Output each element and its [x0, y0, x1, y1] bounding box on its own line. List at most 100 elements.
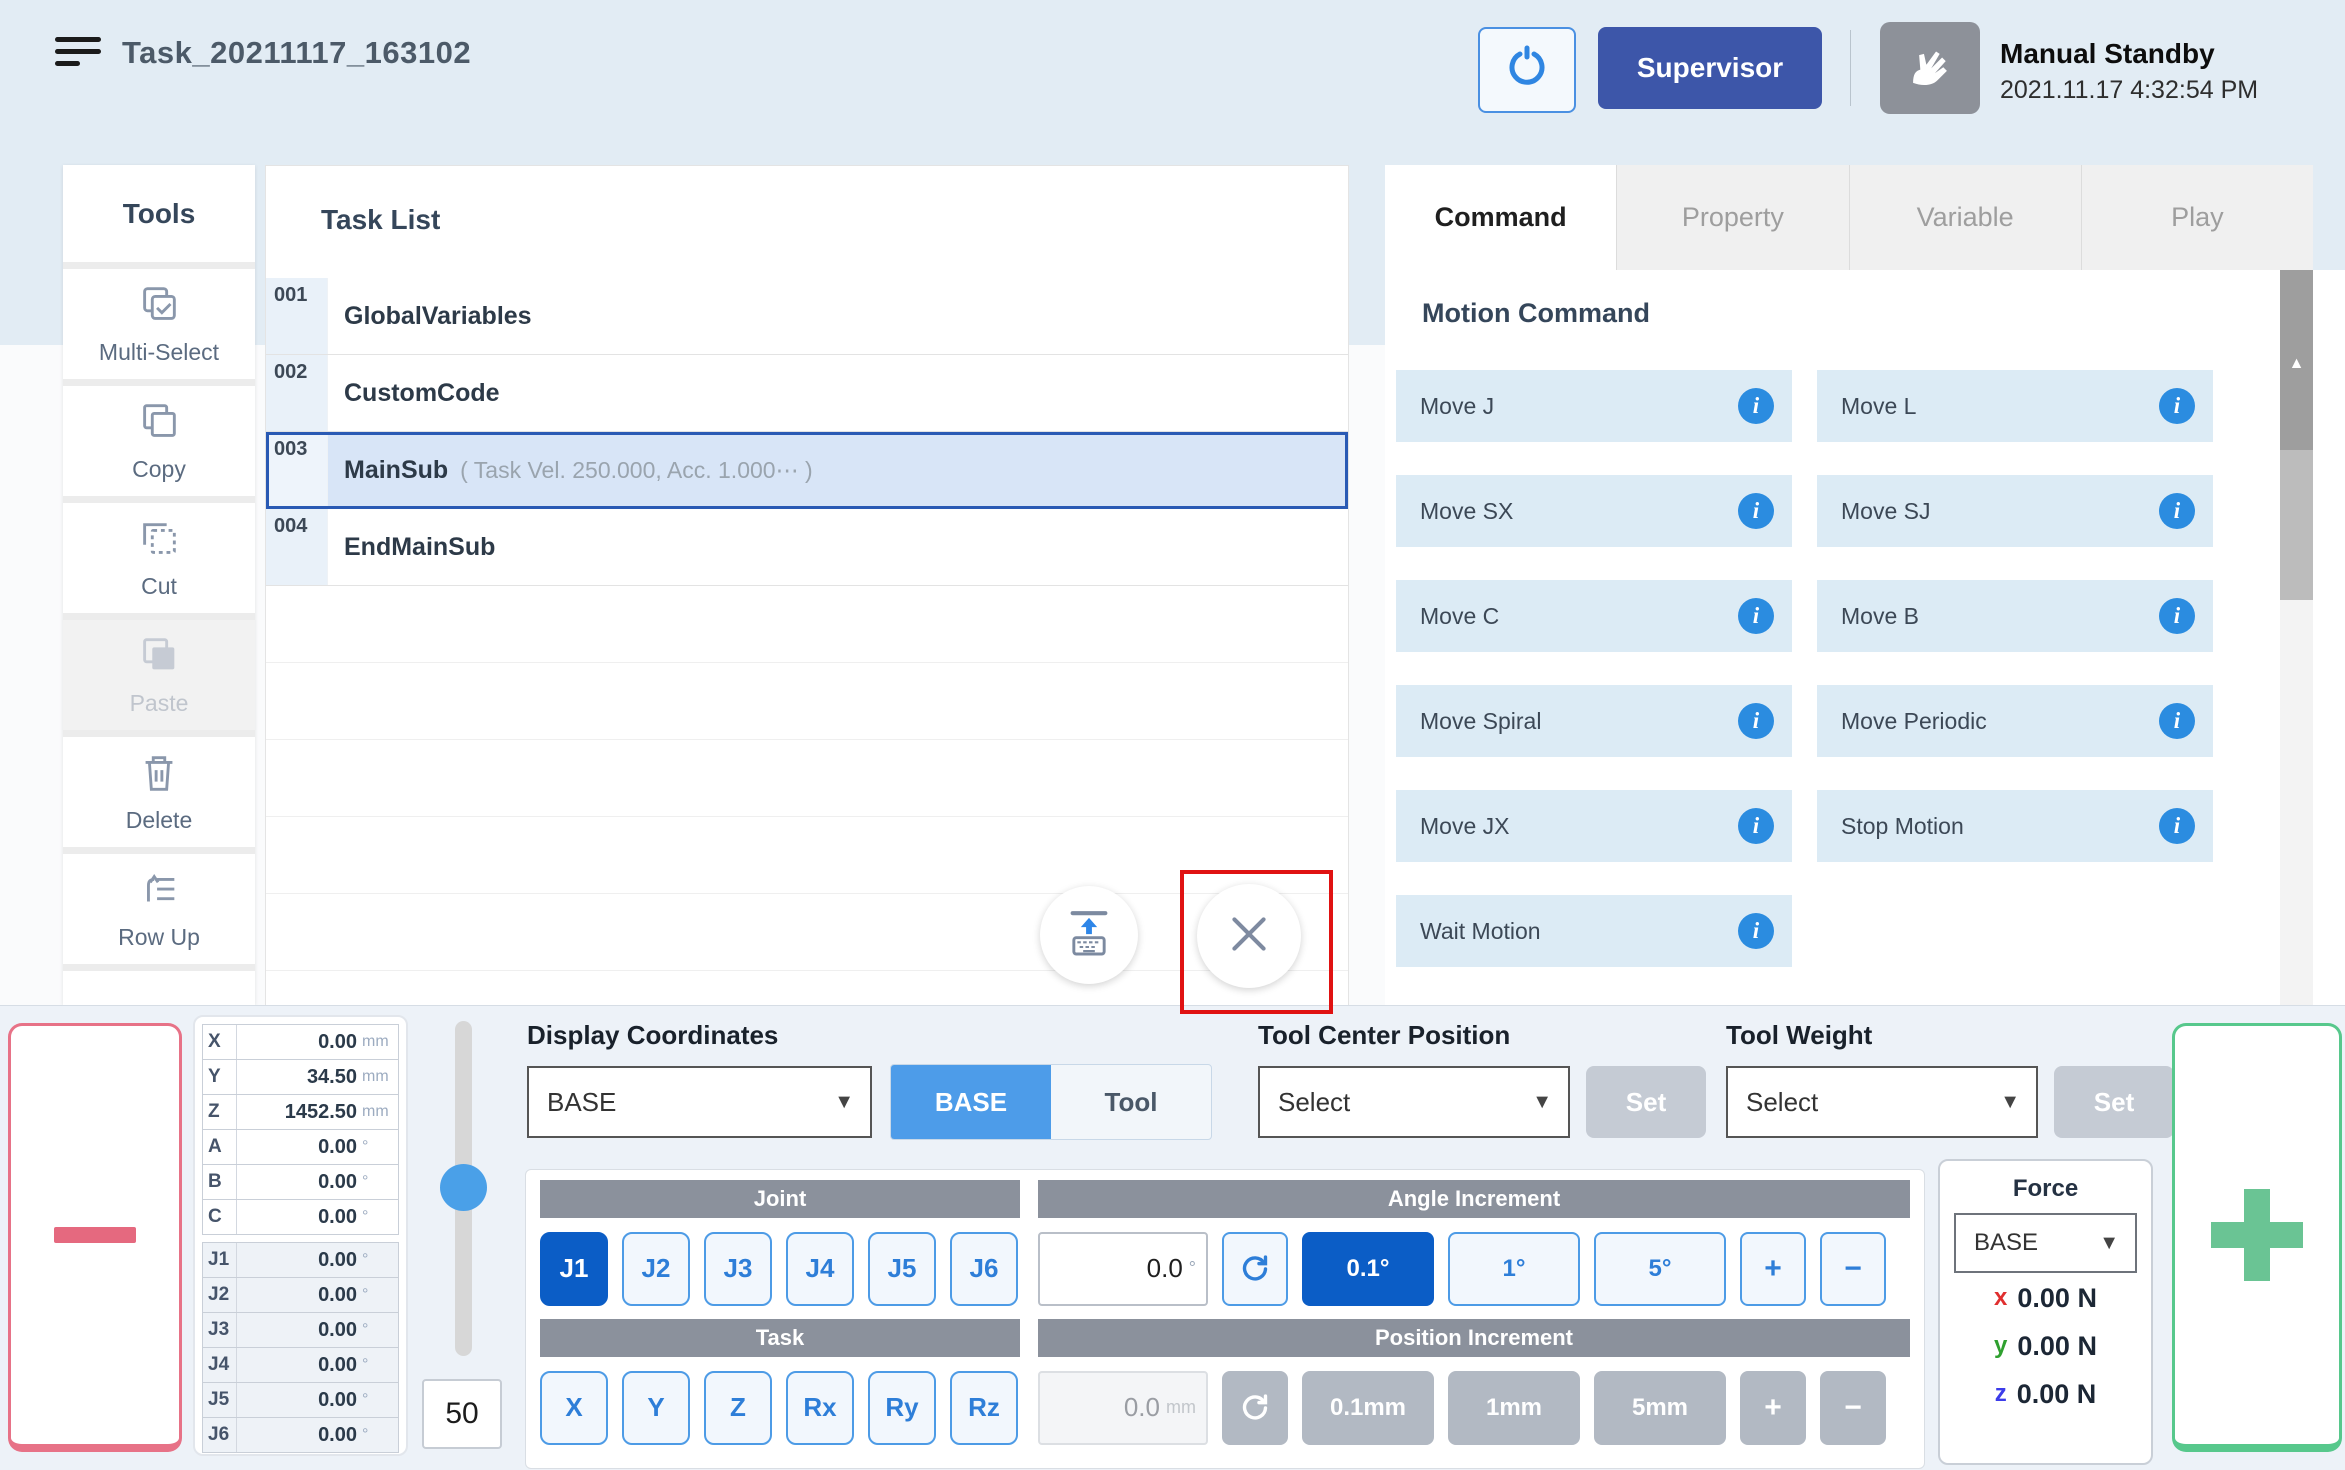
- info-icon[interactable]: i: [2159, 598, 2195, 634]
- motion-button-wait-motion[interactable]: Wait Motion i: [1396, 895, 1792, 967]
- joint-button-j2[interactable]: J2: [622, 1232, 690, 1306]
- motion-button-move-sx[interactable]: Move SX i: [1396, 475, 1792, 547]
- coordinate-row: J4 0.00 °: [203, 1348, 398, 1383]
- keyboard-popup-button[interactable]: [1040, 886, 1138, 984]
- toggle-base[interactable]: BASE: [891, 1065, 1051, 1139]
- task-row-empty: [266, 663, 1348, 740]
- motion-button-move-jx[interactable]: Move JX i: [1396, 790, 1792, 862]
- task-button-z[interactable]: Z: [704, 1371, 772, 1445]
- info-icon[interactable]: i: [1738, 808, 1774, 844]
- motion-button-move-j[interactable]: Move J i: [1396, 370, 1792, 442]
- speed-value-box[interactable]: 50: [422, 1379, 502, 1449]
- force-x-axis: x: [1994, 1284, 2007, 1312]
- scrollbar[interactable]: ▲: [2280, 270, 2313, 1005]
- header: Task_20211117_163102 Supervisor Manual S…: [0, 0, 2345, 110]
- tab-property[interactable]: Property: [1617, 165, 1849, 270]
- motion-button-move-spiral[interactable]: Move Spiral i: [1396, 685, 1792, 757]
- gripper-button[interactable]: [1478, 27, 1576, 113]
- coordinate-label: J6: [203, 1418, 237, 1452]
- joint-button-j3[interactable]: J3: [704, 1232, 772, 1306]
- info-icon[interactable]: i: [1738, 388, 1774, 424]
- header-divider: [1850, 30, 1851, 106]
- info-icon[interactable]: i: [1738, 913, 1774, 949]
- angle-increment-plus-button[interactable]: +: [1740, 1232, 1806, 1306]
- tool-weight-dropdown[interactable]: Select ▼: [1726, 1066, 2038, 1138]
- task-row[interactable]: 002 CustomCode: [266, 355, 1348, 432]
- info-icon[interactable]: i: [1738, 493, 1774, 529]
- joint-section-header: Joint: [540, 1180, 1020, 1218]
- tools-item-copy[interactable]: Copy: [63, 386, 255, 503]
- toggle-tool[interactable]: Tool: [1051, 1065, 1211, 1139]
- tools-item-paste: Paste: [63, 620, 255, 737]
- info-icon[interactable]: i: [2159, 388, 2195, 424]
- tool-weight-set-button[interactable]: Set: [2054, 1066, 2174, 1138]
- angle-increment-5[interactable]: 5°: [1594, 1232, 1726, 1306]
- coordinate-label: J2: [203, 1278, 237, 1312]
- tab-variable[interactable]: Variable: [1850, 165, 2082, 270]
- motion-button-move-sj[interactable]: Move SJ i: [1817, 475, 2213, 547]
- tab-play[interactable]: Play: [2082, 165, 2313, 270]
- status-datetime: 2021.11.17 4:32:54 PM: [2000, 76, 2258, 105]
- info-icon[interactable]: i: [2159, 808, 2195, 844]
- force-x-row: x 0.00 N: [1954, 1275, 2137, 1321]
- info-icon[interactable]: i: [2159, 703, 2195, 739]
- jog-plus-button[interactable]: [2172, 1023, 2342, 1452]
- info-icon[interactable]: i: [1738, 598, 1774, 634]
- tools-item-row-up[interactable]: Row Up: [63, 854, 255, 971]
- info-icon[interactable]: i: [1738, 703, 1774, 739]
- joint-button-j6[interactable]: J6: [950, 1232, 1018, 1306]
- command-panel-tabs: Command Property Variable Play: [1385, 165, 2313, 270]
- scrollbar-thumb[interactable]: [2280, 450, 2313, 600]
- angle-increment-input[interactable]: 0.0 °: [1038, 1232, 1208, 1306]
- joint-button-j4[interactable]: J4: [786, 1232, 854, 1306]
- coordinate-row: J5 0.00 °: [203, 1383, 398, 1418]
- keyboard-up-icon: [1061, 905, 1117, 966]
- position-increment-input: 0.0 mm: [1038, 1371, 1208, 1445]
- tools-item-multi-select[interactable]: Multi-Select: [63, 269, 255, 386]
- tools-item-label: Delete: [126, 807, 192, 834]
- tools-item-delete[interactable]: Delete: [63, 737, 255, 854]
- supervisor-button[interactable]: Supervisor: [1598, 27, 1822, 109]
- scrollbar-up-icon[interactable]: ▲: [2280, 270, 2313, 450]
- tools-item-cut[interactable]: Cut: [63, 503, 255, 620]
- jog-bottom-panel: X 0.00 mm Y 34.50 mm Z 1452.50 mm A 0.00: [0, 1005, 2345, 1470]
- angle-increment-1[interactable]: 1°: [1448, 1232, 1580, 1306]
- rotate-icon: [1238, 1252, 1272, 1286]
- coordinate-label: Z: [203, 1095, 237, 1129]
- joint-button-j5[interactable]: J5: [868, 1232, 936, 1306]
- jog-minus-button[interactable]: [8, 1023, 182, 1452]
- tool-center-position-dropdown[interactable]: Select ▼: [1258, 1066, 1570, 1138]
- motion-command-title: Motion Command: [1422, 298, 1650, 329]
- task-button-ry[interactable]: Ry: [868, 1371, 936, 1445]
- task-button-rx[interactable]: Rx: [786, 1371, 854, 1445]
- motion-button-label: Stop Motion: [1841, 813, 1964, 840]
- angle-increment-minus-button[interactable]: −: [1820, 1232, 1886, 1306]
- tab-command[interactable]: Command: [1385, 165, 1617, 270]
- display-coordinates-dropdown[interactable]: BASE ▼: [527, 1066, 872, 1138]
- tool-center-position-set-button[interactable]: Set: [1586, 1066, 1706, 1138]
- coordinate-row: J3 0.00 °: [203, 1313, 398, 1348]
- task-row[interactable]: 004 EndMainSub: [266, 509, 1348, 586]
- motion-button-move-l[interactable]: Move L i: [1817, 370, 2213, 442]
- joint-button-j1[interactable]: J1: [540, 1232, 608, 1306]
- task-row-selected[interactable]: 003 MainSub ( Task Vel. 250.000, Acc. 1.…: [266, 432, 1348, 509]
- task-button-rz[interactable]: Rz: [950, 1371, 1018, 1445]
- coordinate-row: Y 34.50 mm: [203, 1060, 398, 1095]
- motion-button-move-c[interactable]: Move C i: [1396, 580, 1792, 652]
- angle-increment-0-1[interactable]: 0.1°: [1302, 1232, 1434, 1306]
- info-icon[interactable]: i: [2159, 493, 2195, 529]
- coordinate-label: J3: [203, 1313, 237, 1347]
- motion-button-move-periodic[interactable]: Move Periodic i: [1817, 685, 2213, 757]
- motion-button-move-b[interactable]: Move B i: [1817, 580, 2213, 652]
- coordinate-row: C 0.00 °: [203, 1200, 398, 1234]
- angle-reset-button[interactable]: [1222, 1232, 1288, 1306]
- plus-icon: [2211, 1189, 2303, 1281]
- task-row[interactable]: 001 GlobalVariables: [266, 278, 1348, 355]
- task-button-x[interactable]: X: [540, 1371, 608, 1445]
- force-frame-dropdown[interactable]: BASE ▼: [1954, 1213, 2137, 1273]
- task-button-y[interactable]: Y: [622, 1371, 690, 1445]
- hamburger-menu-icon[interactable]: [55, 37, 101, 73]
- motion-button-stop-motion[interactable]: Stop Motion i: [1817, 790, 2213, 862]
- speed-slider-thumb[interactable]: [440, 1164, 487, 1211]
- position-increment-header: Position Increment: [1038, 1319, 1910, 1357]
